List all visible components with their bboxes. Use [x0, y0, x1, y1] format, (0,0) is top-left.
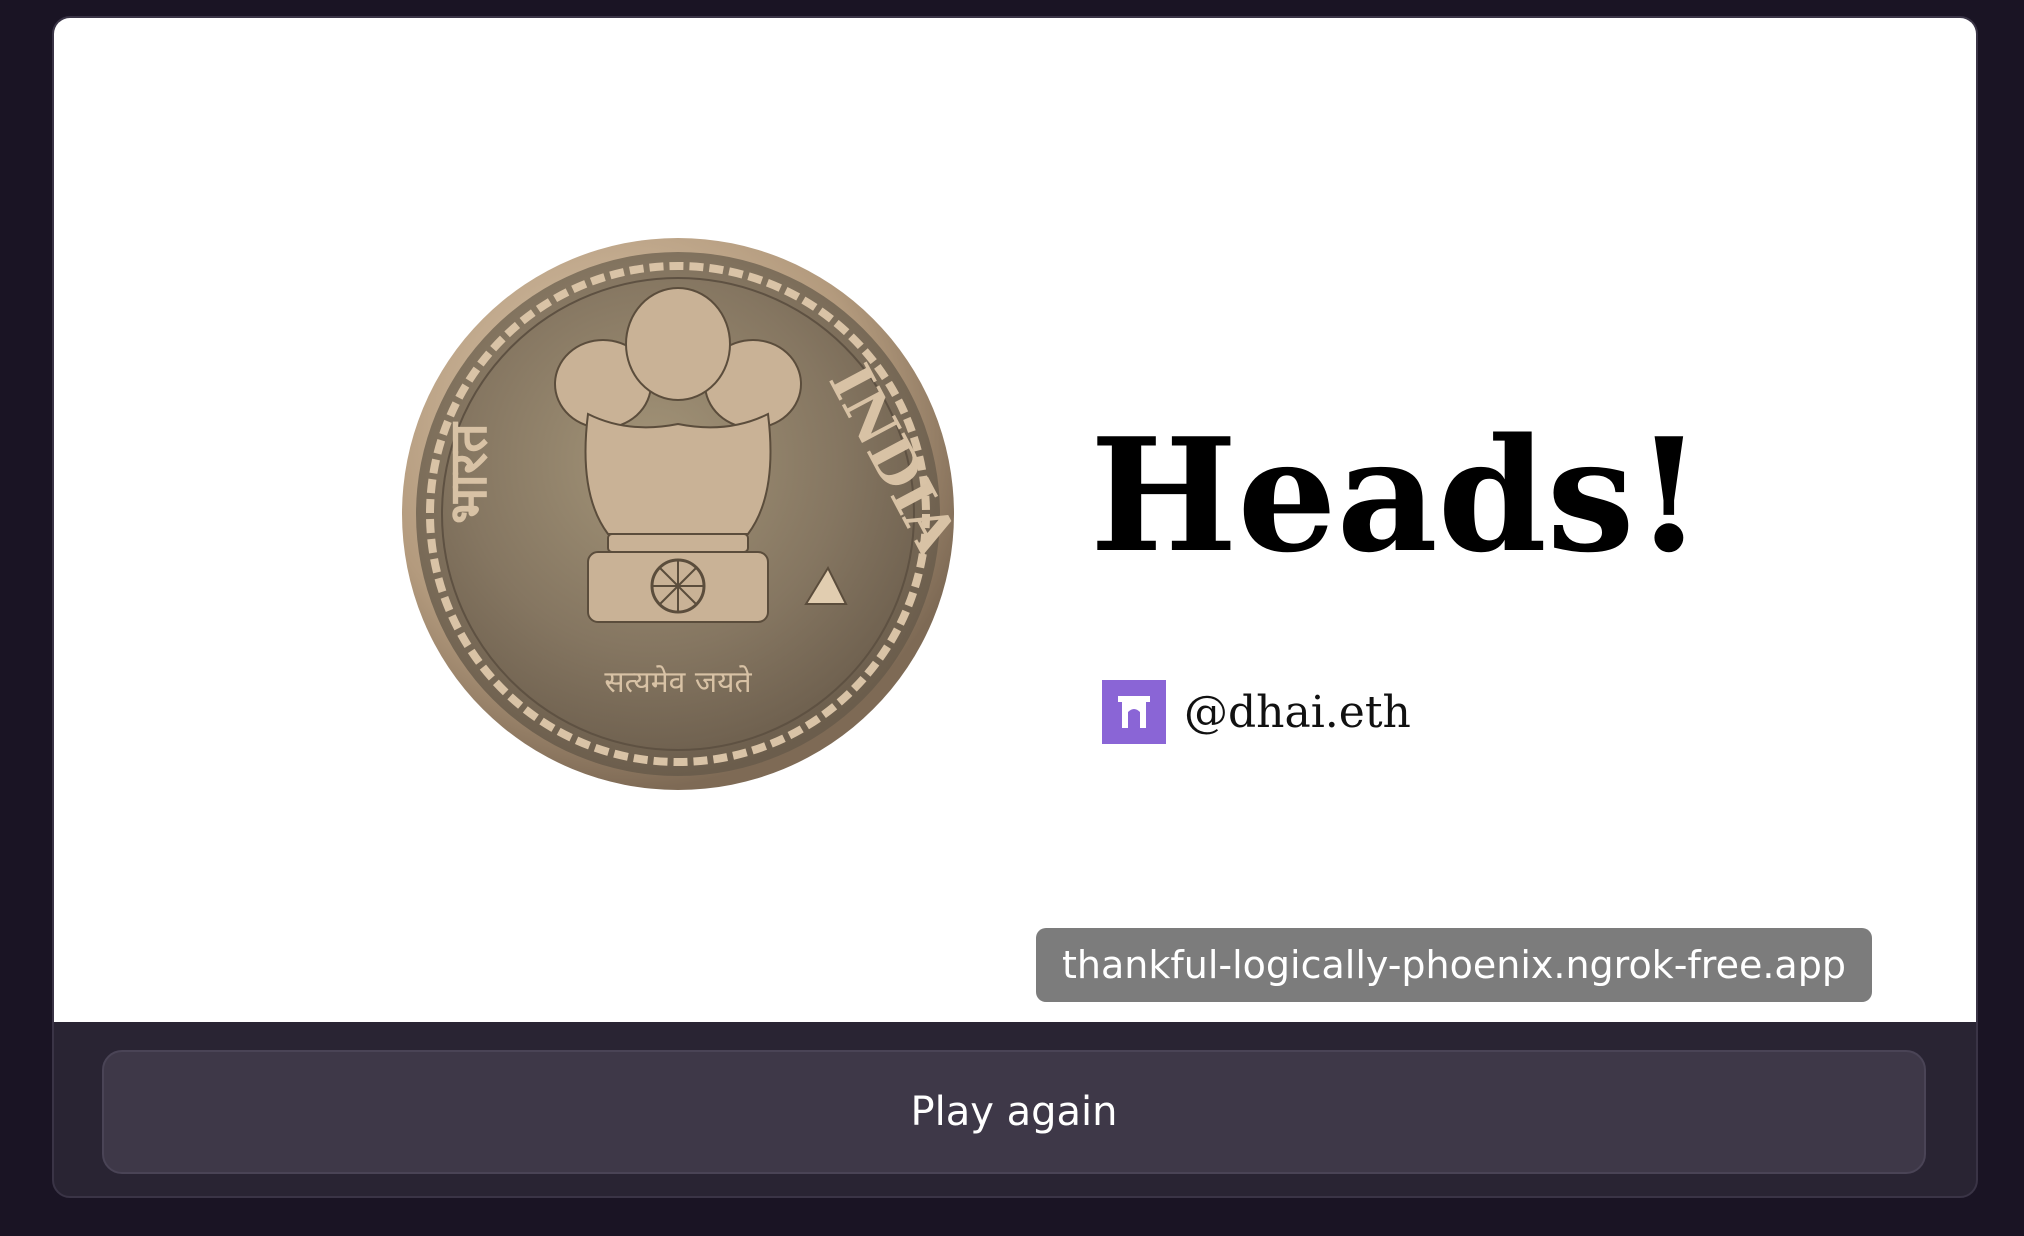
user-attribution: @dhai.eth — [1102, 680, 1411, 744]
frame-container: भारत INDIA सत्यमेव जयते Heads! @dhai.eth… — [52, 16, 1978, 1198]
farcaster-arch-icon — [1118, 696, 1150, 728]
frame-image[interactable]: भारत INDIA सत्यमेव जयते Heads! @dhai.eth… — [54, 18, 1976, 1022]
coin-icon: भारत INDIA सत्यमेव जयते — [402, 238, 958, 790]
coin-motto: सत्यमेव जयते — [604, 665, 752, 700]
username: @dhai.eth — [1184, 686, 1411, 738]
avatar — [1102, 680, 1166, 744]
play-again-button[interactable]: Play again — [102, 1050, 1926, 1174]
result-title: Heads! — [1090, 404, 1704, 587]
coin-image: भारत INDIA सत्यमेव जयते — [398, 234, 958, 794]
url-badge[interactable]: thankful-logically-phoenix.ngrok-free.ap… — [1036, 928, 1872, 1002]
coin-left-inscription: भारत — [438, 421, 499, 524]
